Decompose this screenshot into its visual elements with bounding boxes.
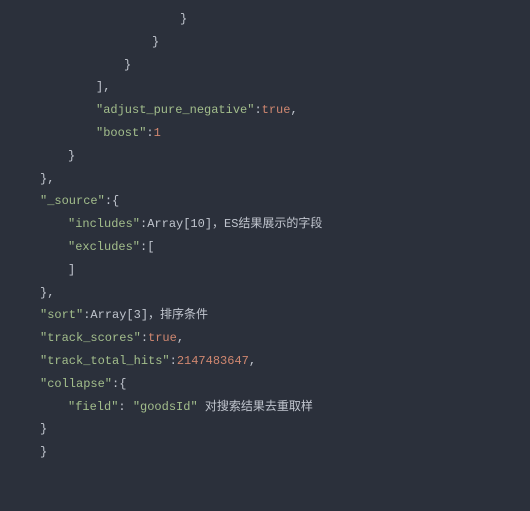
- json-bool: true: [262, 103, 291, 117]
- json-number: 1: [154, 126, 161, 140]
- code-line: },: [12, 282, 518, 305]
- code-line: "_source":{: [12, 190, 518, 213]
- json-bool: true: [148, 331, 177, 345]
- brace-close: },: [40, 286, 54, 300]
- code-line: "excludes":[: [12, 236, 518, 259]
- code-line: "sort":Array[3]，排序条件: [12, 304, 518, 327]
- brace-close: },: [40, 172, 54, 186]
- json-key: "excludes": [68, 240, 140, 254]
- json-key: "track_scores": [40, 331, 141, 345]
- json-key: "_source": [40, 194, 105, 208]
- brace-close: }: [68, 149, 75, 163]
- inline-comment: 对搜索结果去重取样: [198, 400, 313, 414]
- json-key: "adjust_pure_negative": [96, 103, 254, 117]
- json-key: "boost": [96, 126, 146, 140]
- code-line: }: [12, 441, 518, 464]
- brace-close: }: [40, 445, 47, 459]
- code-line: "boost":1: [12, 122, 518, 145]
- json-key: "field": [68, 400, 118, 414]
- bracket-close: ]: [68, 263, 75, 277]
- code-line: }: [12, 145, 518, 168]
- code-line: "collapse":{: [12, 373, 518, 396]
- code-line: },: [12, 168, 518, 191]
- code-line: "includes":Array[10]，ES结果展示的字段: [12, 213, 518, 236]
- code-line: "field": "goodsId" 对搜索结果去重取样: [12, 396, 518, 419]
- code-line: "track_scores":true,: [12, 327, 518, 350]
- inline-comment: ，ES结果展示的字段: [212, 217, 322, 231]
- array-ref: Array[10]: [147, 217, 212, 231]
- json-number: 2147483647: [177, 354, 249, 368]
- brace-close: }: [180, 12, 187, 26]
- json-key: "sort": [40, 308, 83, 322]
- code-line: }: [12, 8, 518, 31]
- brace-close: }: [40, 422, 47, 436]
- code-line: }: [12, 54, 518, 77]
- code-line: "adjust_pure_negative":true,: [12, 99, 518, 122]
- brace-close: }: [124, 58, 131, 72]
- json-key: "includes": [68, 217, 140, 231]
- json-key: "collapse": [40, 377, 112, 391]
- brace-close: }: [152, 35, 159, 49]
- code-line: ],: [12, 76, 518, 99]
- code-line: }: [12, 418, 518, 441]
- code-line: }: [12, 31, 518, 54]
- array-ref: Array[3]: [90, 308, 148, 322]
- bracket-close: ],: [96, 80, 110, 94]
- code-block: } } } ], "adjust_pure_negative":true, "b…: [12, 8, 518, 464]
- code-line: ]: [12, 259, 518, 282]
- code-line: "track_total_hits":2147483647,: [12, 350, 518, 373]
- json-string: "goodsId": [133, 400, 198, 414]
- json-key: "track_total_hits": [40, 354, 170, 368]
- inline-comment: ，排序条件: [148, 308, 208, 322]
